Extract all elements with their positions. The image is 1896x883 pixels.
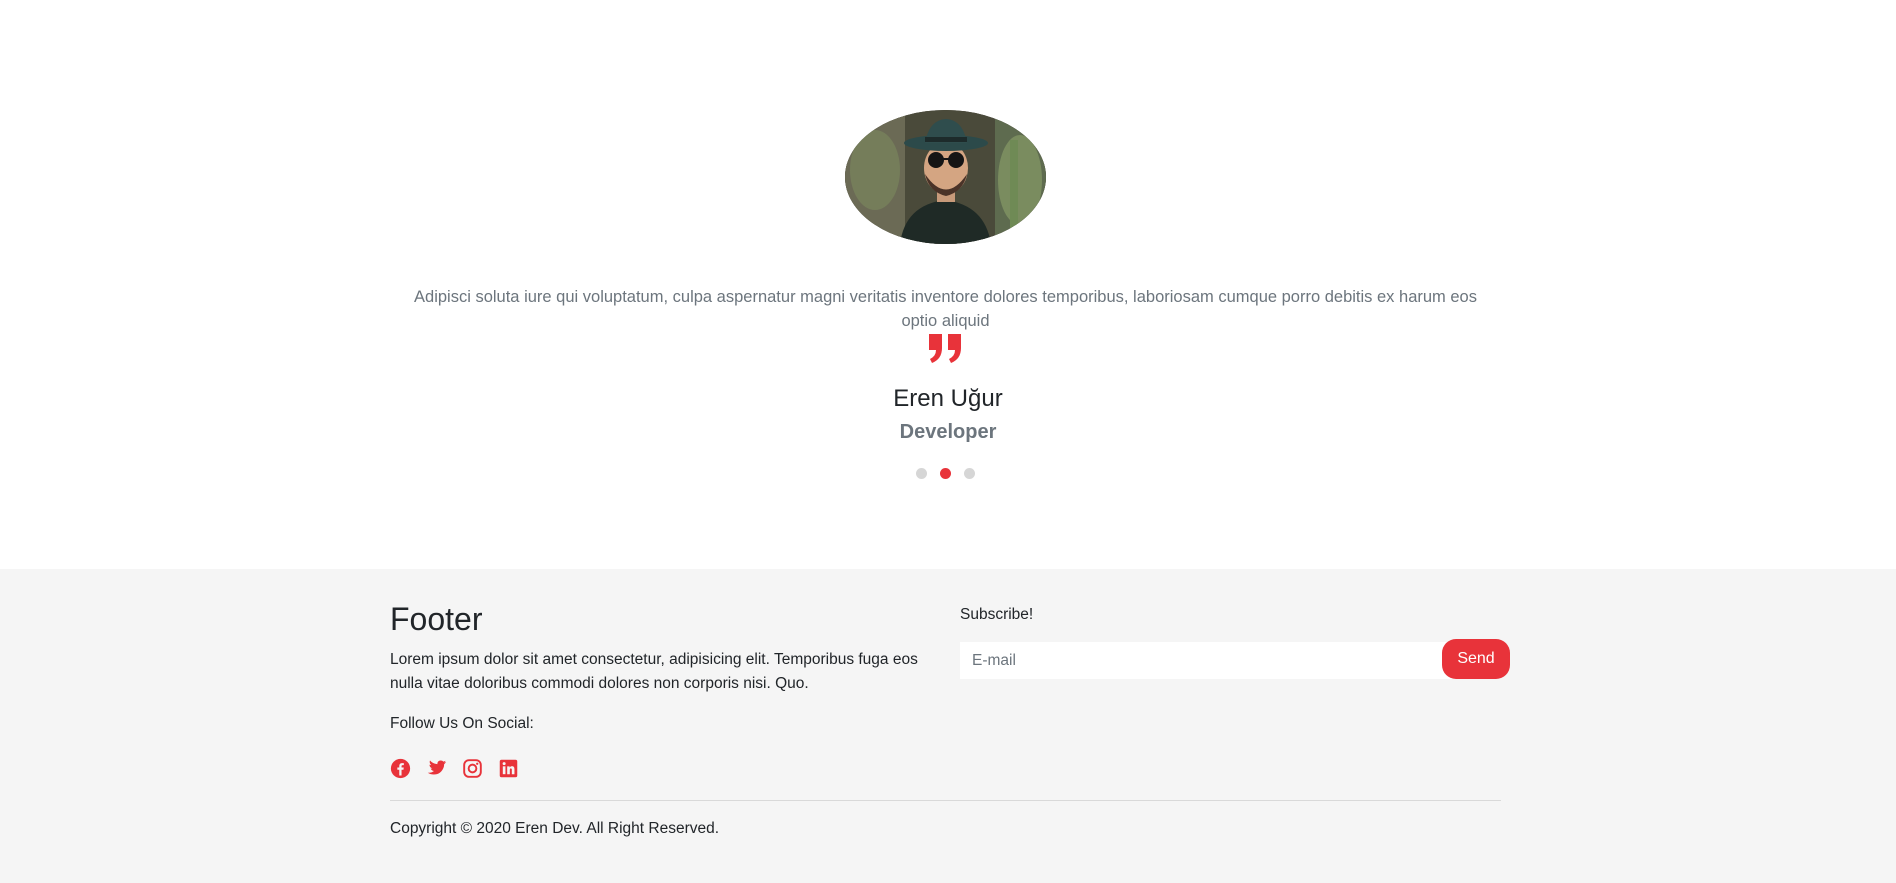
linkedin-icon[interactable] [498, 758, 519, 779]
footer-title: Footer [390, 601, 483, 637]
carousel-dot-3[interactable] [964, 468, 975, 479]
social-links [390, 758, 519, 779]
testimonial-role: Developer [899, 421, 997, 443]
email-input[interactable] [960, 642, 1452, 679]
follow-label: Follow Us On Social: [390, 715, 534, 732]
twitter-icon[interactable] [426, 758, 447, 779]
subscribe-label: Subscribe! [960, 606, 1034, 623]
carousel-indicators [916, 468, 975, 480]
copyright-text: Copyright © 2020 Eren Dev. All Right Res… [390, 820, 720, 837]
quote-icon [929, 334, 961, 363]
send-button[interactable]: Send [1442, 639, 1510, 679]
testimonial-section: Adipisci soluta iure qui voluptatum, cul… [0, 0, 1896, 569]
footer-description: Lorem ipsum dolor sit amet consectetur, … [390, 651, 918, 692]
footer-divider [390, 800, 1501, 801]
avatar-photo [845, 110, 1046, 244]
testimonial-avatar [845, 110, 1046, 244]
carousel-dot-2[interactable] [940, 468, 951, 479]
instagram-icon[interactable] [462, 758, 483, 779]
footer: Footer Lorem ipsum dolor sit amet consec… [0, 569, 1896, 883]
carousel-dot-1[interactable] [916, 468, 927, 479]
testimonial-name: Eren Uğur [893, 385, 1003, 412]
facebook-icon[interactable] [390, 758, 411, 779]
testimonial-quote: Adipisci soluta iure qui voluptatum, cul… [414, 287, 1477, 330]
